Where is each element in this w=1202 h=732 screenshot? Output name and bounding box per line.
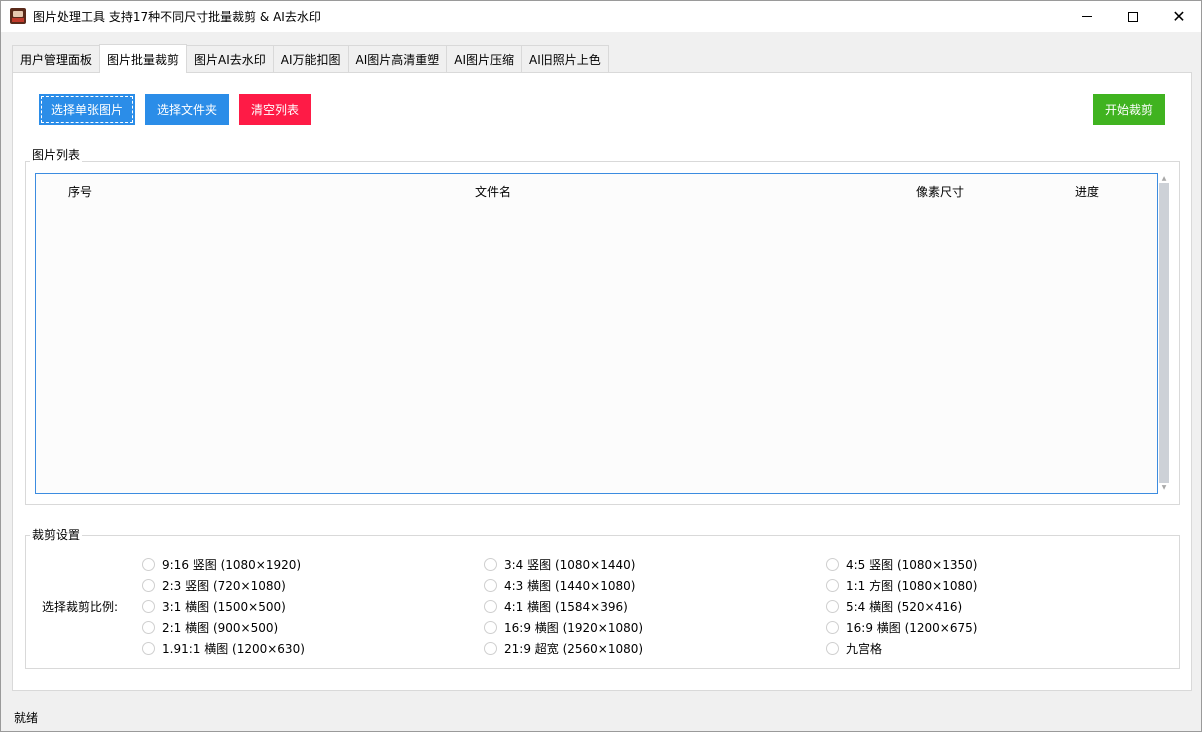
- radio-label: 2:1 横图 (900×500): [162, 620, 279, 635]
- radio-2-1-landscape[interactable]: 2:1 横图 (900×500): [142, 619, 278, 635]
- radio-label: 3:1 横图 (1500×500): [162, 599, 286, 614]
- column-header-dimensions[interactable]: 像素尺寸: [916, 183, 964, 200]
- radio-label: 16:9 横图 (1200×675): [846, 620, 978, 635]
- radio-1-91-1-landscape[interactable]: 1.91:1 横图 (1200×630): [142, 640, 305, 656]
- minimize-button[interactable]: [1064, 1, 1110, 32]
- radio-circle-icon: [484, 599, 497, 613]
- maximize-icon: [1128, 11, 1138, 22]
- scrollbar-thumb[interactable]: [1159, 183, 1169, 483]
- tab-user-management[interactable]: 用户管理面板: [12, 45, 101, 73]
- radio-9-16-portrait[interactable]: 9:16 竖图 (1080×1920): [142, 556, 301, 572]
- radio-4-5-portrait[interactable]: 4:5 竖图 (1080×1350): [826, 556, 977, 572]
- maximize-button[interactable]: [1110, 1, 1156, 32]
- app-window: 图片处理工具 支持17种不同尺寸批量裁剪 & AI去水印 ✕ 用户管理面板 图片…: [0, 0, 1202, 732]
- radio-5-4-landscape[interactable]: 5:4 横图 (520×416): [826, 598, 962, 614]
- radio-circle-icon: [142, 620, 155, 634]
- tab-ai-colorize[interactable]: AI旧照片上色: [521, 45, 609, 73]
- radio-label: 1:1 方图 (1080×1080): [846, 578, 978, 593]
- radio-circle-icon: [142, 641, 155, 655]
- radio-label: 九宫格: [846, 641, 883, 656]
- radio-label: 3:4 竖图 (1080×1440): [504, 557, 636, 572]
- image-list-table[interactable]: [35, 173, 1158, 494]
- crop-ratio-label: 选择裁剪比例:: [42, 600, 119, 614]
- radio-label: 2:3 竖图 (720×1080): [162, 578, 286, 593]
- radio-label: 21:9 超宽 (2560×1080): [504, 641, 644, 656]
- radio-circle-icon: [826, 620, 839, 634]
- radio-16-9-1200[interactable]: 16:9 横图 (1200×675): [826, 619, 977, 635]
- tab-bar: 用户管理面板 图片批量裁剪 图片AI去水印 AI万能扣图 AI图片高清重塑 AI…: [12, 44, 609, 73]
- app-icon: [10, 8, 26, 24]
- select-folder-button[interactable]: 选择文件夹: [145, 94, 229, 125]
- radio-label: 4:1 横图 (1584×396): [504, 599, 628, 614]
- radio-label: 5:4 横图 (520×416): [846, 599, 963, 614]
- tab-ai-upscale[interactable]: AI图片高清重塑: [347, 45, 448, 73]
- radio-3-1-landscape[interactable]: 3:1 横图 (1500×500): [142, 598, 286, 614]
- radio-circle-icon: [826, 599, 839, 613]
- radio-2-3-portrait[interactable]: 2:3 竖图 (720×1080): [142, 577, 286, 593]
- status-bar-text: 就绪: [14, 711, 39, 725]
- radio-nine-grid[interactable]: 九宫格: [826, 640, 882, 656]
- tab-ai-watermark-removal[interactable]: 图片AI去水印: [186, 45, 274, 73]
- window-title: 图片处理工具 支持17种不同尺寸批量裁剪 & AI去水印: [33, 10, 321, 24]
- radio-4-1-landscape[interactable]: 4:1 横图 (1584×396): [484, 598, 628, 614]
- column-header-index[interactable]: 序号: [68, 183, 92, 200]
- radio-label: 9:16 竖图 (1080×1920): [162, 557, 302, 572]
- radio-4-3-landscape[interactable]: 4:3 横图 (1440×1080): [484, 577, 635, 593]
- scroll-up-icon[interactable]: ▲: [1160, 175, 1168, 183]
- radio-label: 1.91:1 横图 (1200×630): [162, 641, 305, 656]
- radio-circle-icon: [142, 578, 155, 592]
- radio-circle-icon: [484, 557, 497, 571]
- minimize-icon: [1082, 16, 1092, 17]
- radio-16-9-1920[interactable]: 16:9 横图 (1920×1080): [484, 619, 643, 635]
- radio-3-4-portrait[interactable]: 3:4 竖图 (1080×1440): [484, 556, 635, 572]
- focus-ring: [41, 96, 133, 123]
- radio-circle-icon: [484, 620, 497, 634]
- select-single-image-button[interactable]: 选择单张图片: [39, 94, 135, 125]
- radio-circle-icon: [484, 578, 497, 592]
- tab-ai-compress[interactable]: AI图片压缩: [446, 45, 523, 73]
- radio-circle-icon: [142, 557, 155, 571]
- radio-circle-icon: [484, 641, 497, 655]
- radio-1-1-square[interactable]: 1:1 方图 (1080×1080): [826, 577, 977, 593]
- radio-label: 4:3 横图 (1440×1080): [504, 578, 636, 593]
- radio-label: 4:5 竖图 (1080×1350): [846, 557, 978, 572]
- radio-circle-icon: [826, 557, 839, 571]
- radio-circle-icon: [142, 599, 155, 613]
- radio-label: 16:9 横图 (1920×1080): [504, 620, 644, 635]
- start-crop-button[interactable]: 开始裁剪: [1093, 94, 1165, 125]
- scroll-down-icon[interactable]: ▼: [1160, 484, 1168, 492]
- image-list-legend: 图片列表: [30, 146, 83, 163]
- column-header-filename[interactable]: 文件名: [475, 183, 511, 200]
- radio-circle-icon: [826, 641, 839, 655]
- radio-circle-icon: [826, 578, 839, 592]
- column-header-progress[interactable]: 进度: [1075, 183, 1099, 200]
- tab-batch-crop[interactable]: 图片批量裁剪: [99, 44, 188, 73]
- close-button[interactable]: ✕: [1156, 1, 1202, 32]
- crop-settings-legend: 裁剪设置: [30, 526, 83, 543]
- radio-21-9-ultrawide[interactable]: 21:9 超宽 (2560×1080): [484, 640, 643, 656]
- close-icon: ✕: [1172, 6, 1186, 26]
- clear-list-button[interactable]: 清空列表: [239, 94, 311, 125]
- title-bar[interactable]: 图片处理工具 支持17种不同尺寸批量裁剪 & AI去水印 ✕: [1, 1, 1201, 32]
- tab-ai-cutout[interactable]: AI万能扣图: [272, 45, 349, 73]
